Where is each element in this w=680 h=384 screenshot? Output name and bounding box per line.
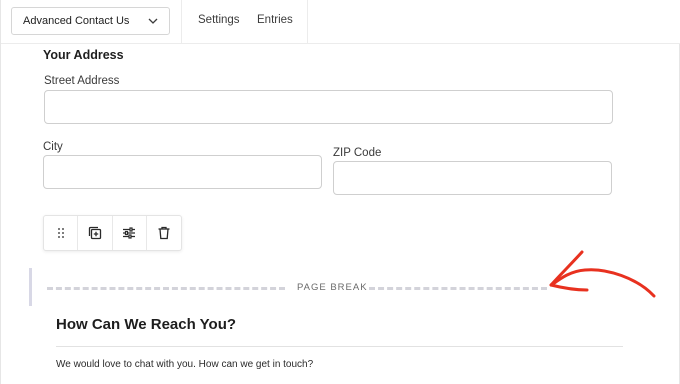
tab-settings[interactable]: Settings (198, 14, 240, 26)
zip-code-label: ZIP Code (333, 147, 382, 159)
duplicate-icon (88, 226, 102, 240)
settings-sliders-icon (123, 227, 136, 239)
chevron-down-icon (148, 18, 158, 24)
form-builder-canvas: Advanced Contact Us Settings Entries You… (0, 0, 680, 384)
reach-section-description: We would love to chat with you. How can … (56, 359, 314, 370)
section-divider (56, 346, 623, 347)
page-break-dash-right (369, 287, 547, 290)
annotation-arrow-icon (549, 250, 656, 298)
delete-block-button[interactable] (147, 216, 181, 250)
header-divider (307, 0, 308, 44)
block-settings-button[interactable] (113, 216, 147, 250)
city-input[interactable] (43, 155, 322, 189)
address-section-title: Your Address (43, 48, 124, 62)
duplicate-button[interactable] (78, 216, 113, 250)
trash-icon (158, 226, 170, 240)
city-label: City (43, 141, 63, 153)
page-break-selection-bar (29, 268, 32, 306)
tab-entries[interactable]: Entries (257, 14, 293, 26)
form-selector-label: Advanced Contact Us (23, 15, 130, 27)
form-selector-dropdown[interactable]: Advanced Contact Us (11, 7, 170, 35)
page-break-dash-left (47, 287, 285, 290)
drag-handle-icon (57, 228, 64, 238)
street-address-input[interactable] (44, 90, 613, 124)
drag-handle-button[interactable] (44, 216, 79, 250)
header-divider (181, 0, 182, 44)
street-address-label: Street Address (44, 75, 120, 87)
block-toolbar (43, 215, 182, 251)
reach-section-title: How Can We Reach You? (56, 316, 237, 333)
zip-code-input[interactable] (333, 161, 612, 195)
form-builder-header: Advanced Contact Us Settings Entries (1, 0, 680, 44)
page-break-label: PAGE BREAK (297, 282, 368, 293)
